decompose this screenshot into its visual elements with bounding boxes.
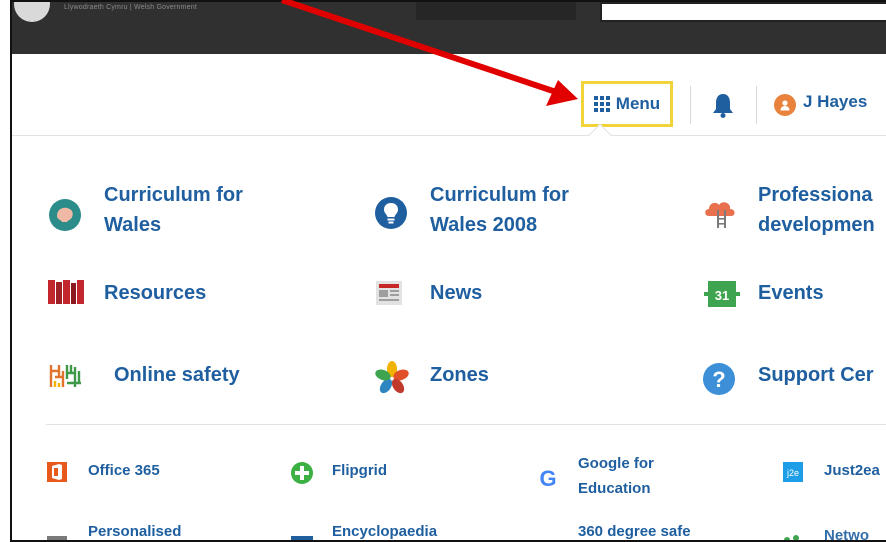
- menu-item-label: Zones: [430, 364, 489, 386]
- app-link-encyclopaedia[interactable]: Encyclopaedia: [290, 520, 510, 540]
- menu-item-support-centre[interactable]: ? Support Cer: [702, 360, 886, 395]
- site-tagline: Llywodraeth Cymru | Welsh Government: [64, 4, 197, 11]
- top-bar: Llywodraeth Cymru | Welsh Government: [12, 2, 886, 54]
- menu-button[interactable]: Menu: [581, 81, 673, 127]
- svg-text:?: ?: [712, 367, 725, 392]
- app-link-label: Netwo: [824, 527, 869, 542]
- svg-text:G: G: [539, 466, 556, 490]
- app-link-label: Personalised: [88, 523, 182, 540]
- app-link-personalised[interactable]: Personalised: [46, 520, 246, 540]
- menu-item-zones[interactable]: Zones: [374, 360, 634, 394]
- menu-item-label: developmen: [758, 214, 875, 236]
- avatar[interactable]: [774, 94, 796, 116]
- maze-icon: [49, 365, 81, 387]
- site-logo[interactable]: [14, 2, 50, 22]
- menu-item-label: Curriculum for: [430, 184, 569, 206]
- pinwheel-icon: [375, 361, 409, 394]
- app-link-just2easy[interactable]: j2e Just2ea: [782, 458, 886, 502]
- encyclopaedia-icon: [291, 536, 313, 540]
- app-link-label: Google for: [578, 455, 654, 472]
- menu-item-label: Wales 2008: [430, 214, 538, 236]
- app-link-label: Just2ea: [824, 462, 880, 479]
- brain-icon: [49, 199, 81, 231]
- screenshot-frame: Llywodraeth Cymru | Welsh Government Men…: [10, 0, 886, 542]
- cloud-ladder-icon: [705, 202, 735, 228]
- app-link-label: 360 degree safe: [578, 523, 691, 540]
- header-divider: [690, 86, 691, 124]
- app-link-network[interactable]: Netwo: [782, 520, 886, 542]
- menu-item-events[interactable]: 31 Events: [702, 278, 886, 310]
- app-link-360-degree-safe[interactable]: 360 degree safe: [536, 520, 756, 542]
- lightbulb-icon: [375, 197, 407, 229]
- menu-item-label: Curriculum for: [104, 184, 243, 206]
- bell-icon[interactable]: [712, 92, 734, 118]
- app-link-label: Flipgrid: [332, 462, 387, 479]
- user-icon: [780, 100, 790, 111]
- menu-item-label: Resources: [104, 282, 207, 304]
- menu-item-professional-development[interactable]: Professiona developmen: [702, 182, 886, 246]
- app-link-label: Encyclopaedia: [332, 523, 438, 540]
- menu-item-label: Online safety: [114, 364, 240, 386]
- newspaper-icon: [376, 281, 402, 305]
- menu-item-curriculum-for-wales-2008[interactable]: Curriculum for Wales 2008: [374, 182, 634, 246]
- menu-item-resources[interactable]: Resources: [48, 278, 308, 310]
- google-icon: G: [539, 466, 556, 490]
- app-link-flipgrid[interactable]: Flipgrid: [290, 458, 490, 502]
- menu-item-label: Events: [758, 282, 824, 304]
- app-link-office-365[interactable]: Office 365: [46, 458, 246, 502]
- app-link-google-for-education[interactable]: G Google for Education: [536, 454, 756, 504]
- safe-360-icon: [548, 538, 556, 542]
- header-bar: Menu J Hayes: [12, 54, 886, 136]
- menu-item-curriculum-for-wales[interactable]: Curriculum for Wales: [48, 182, 308, 246]
- books-icon: [48, 280, 84, 304]
- app-link-label: Education: [578, 480, 651, 497]
- help-icon: ?: [703, 363, 735, 395]
- network-icon: [784, 535, 799, 540]
- flipgrid-icon: [291, 462, 313, 484]
- menu-label: Menu: [615, 94, 661, 113]
- menu-item-label: Professiona: [758, 184, 873, 206]
- menu-divider: [46, 424, 886, 425]
- header-divider: [756, 86, 757, 124]
- menu-item-label: Wales: [104, 214, 162, 236]
- user-name[interactable]: J Hayes: [803, 92, 867, 112]
- menu-item-label: Support Cer: [758, 364, 874, 386]
- j2e-icon: j2e: [783, 462, 803, 482]
- top-input-bar[interactable]: [600, 2, 886, 22]
- calendar-day: 31: [715, 288, 729, 303]
- menu-item-news[interactable]: News: [374, 278, 634, 310]
- personalised-icon: [47, 536, 67, 540]
- calendar-icon: 31: [704, 281, 740, 307]
- top-search-box[interactable]: [416, 2, 576, 20]
- grid-icon: [593, 96, 610, 112]
- svg-text:j2e: j2e: [786, 468, 799, 478]
- app-link-label: Office 365: [88, 462, 160, 479]
- menu-item-online-safety[interactable]: Online safety: [48, 360, 308, 392]
- menu-item-label: News: [430, 282, 483, 304]
- office-icon: [47, 462, 67, 482]
